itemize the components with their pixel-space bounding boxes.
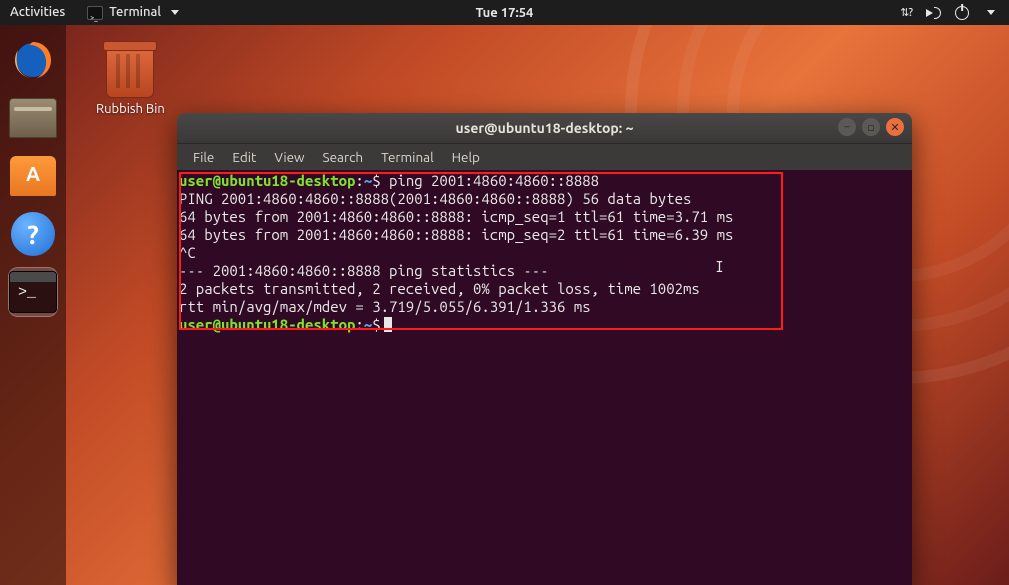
system-menu-chevron-icon[interactable] bbox=[987, 10, 995, 15]
terminal-line: user@ubuntu18-desktop:~$ ping 2001:4860:… bbox=[179, 172, 912, 190]
terminal-icon bbox=[87, 6, 103, 20]
firefox-icon bbox=[11, 38, 55, 82]
window-minimize-button[interactable]: – bbox=[838, 118, 856, 136]
help-icon: ? bbox=[11, 212, 55, 256]
chevron-down-icon bbox=[171, 10, 179, 15]
terminal-line: --- 2001:4860:4860::8888 ping statistics… bbox=[179, 262, 912, 280]
dock-files[interactable] bbox=[8, 93, 58, 143]
terminal-line: 2 packets transmitted, 2 received, 0% pa… bbox=[179, 280, 912, 298]
terminal-cursor bbox=[384, 317, 392, 332]
dock-software[interactable] bbox=[8, 151, 58, 201]
volume-icon[interactable] bbox=[926, 7, 941, 19]
terminal-menubar: File Edit View Search Terminal Help bbox=[177, 143, 912, 170]
menu-help[interactable]: Help bbox=[444, 147, 488, 167]
network-icon[interactable]: ⇅? bbox=[900, 6, 912, 19]
dock-firefox[interactable] bbox=[8, 35, 58, 85]
dock: ? bbox=[0, 25, 66, 585]
activities-button[interactable]: Activities bbox=[0, 0, 75, 25]
rubbish-bin-desktop-icon[interactable]: Rubbish Bin bbox=[96, 46, 165, 116]
window-maximize-button[interactable]: ▫ bbox=[862, 118, 880, 136]
clock[interactable]: Tue 17:54 bbox=[476, 6, 534, 20]
menu-terminal[interactable]: Terminal bbox=[373, 147, 442, 167]
terminal-prompt: user@ubuntu18-desktop:~$ bbox=[179, 316, 912, 334]
terminal-line: rtt min/avg/max/mdev = 3.719/5.055/6.391… bbox=[179, 298, 912, 316]
terminal-window: user@ubuntu18-desktop: ~ – ▫ ✕ File Edit… bbox=[177, 113, 912, 585]
desktop: Activities Terminal Tue 17:54 ⇅? ? Rubbi… bbox=[0, 0, 1009, 585]
terminal-line: PING 2001:4860:4860::8888(2001:4860:4860… bbox=[179, 190, 912, 208]
top-bar: Activities Terminal Tue 17:54 ⇅? bbox=[0, 0, 1009, 25]
power-icon[interactable] bbox=[955, 6, 969, 20]
terminal-icon bbox=[9, 271, 57, 313]
terminal-viewport[interactable]: user@ubuntu18-desktop:~$ ping 2001:4860:… bbox=[177, 170, 912, 585]
trash-icon bbox=[106, 46, 154, 98]
files-icon bbox=[9, 98, 57, 138]
dock-terminal[interactable] bbox=[8, 267, 58, 317]
app-menu-terminal[interactable]: Terminal bbox=[77, 0, 189, 25]
menu-view[interactable]: View bbox=[266, 147, 312, 167]
menu-search[interactable]: Search bbox=[315, 147, 372, 167]
rubbish-bin-label: Rubbish Bin bbox=[96, 102, 165, 116]
dock-help[interactable]: ? bbox=[8, 209, 58, 259]
software-icon bbox=[10, 156, 56, 196]
terminal-line: 64 bytes from 2001:4860:4860::8888: icmp… bbox=[179, 208, 912, 226]
terminal-line: 64 bytes from 2001:4860:4860::8888: icmp… bbox=[179, 226, 912, 244]
text-cursor-ibeam: I bbox=[715, 258, 724, 276]
menu-file[interactable]: File bbox=[185, 147, 222, 167]
menu-edit[interactable]: Edit bbox=[224, 147, 264, 167]
window-close-button[interactable]: ✕ bbox=[886, 118, 904, 136]
app-menu-label: Terminal bbox=[109, 0, 161, 25]
window-title: user@ubuntu18-desktop: ~ bbox=[177, 120, 912, 136]
terminal-line: ^C bbox=[179, 244, 912, 262]
window-titlebar[interactable]: user@ubuntu18-desktop: ~ – ▫ ✕ bbox=[177, 113, 912, 143]
